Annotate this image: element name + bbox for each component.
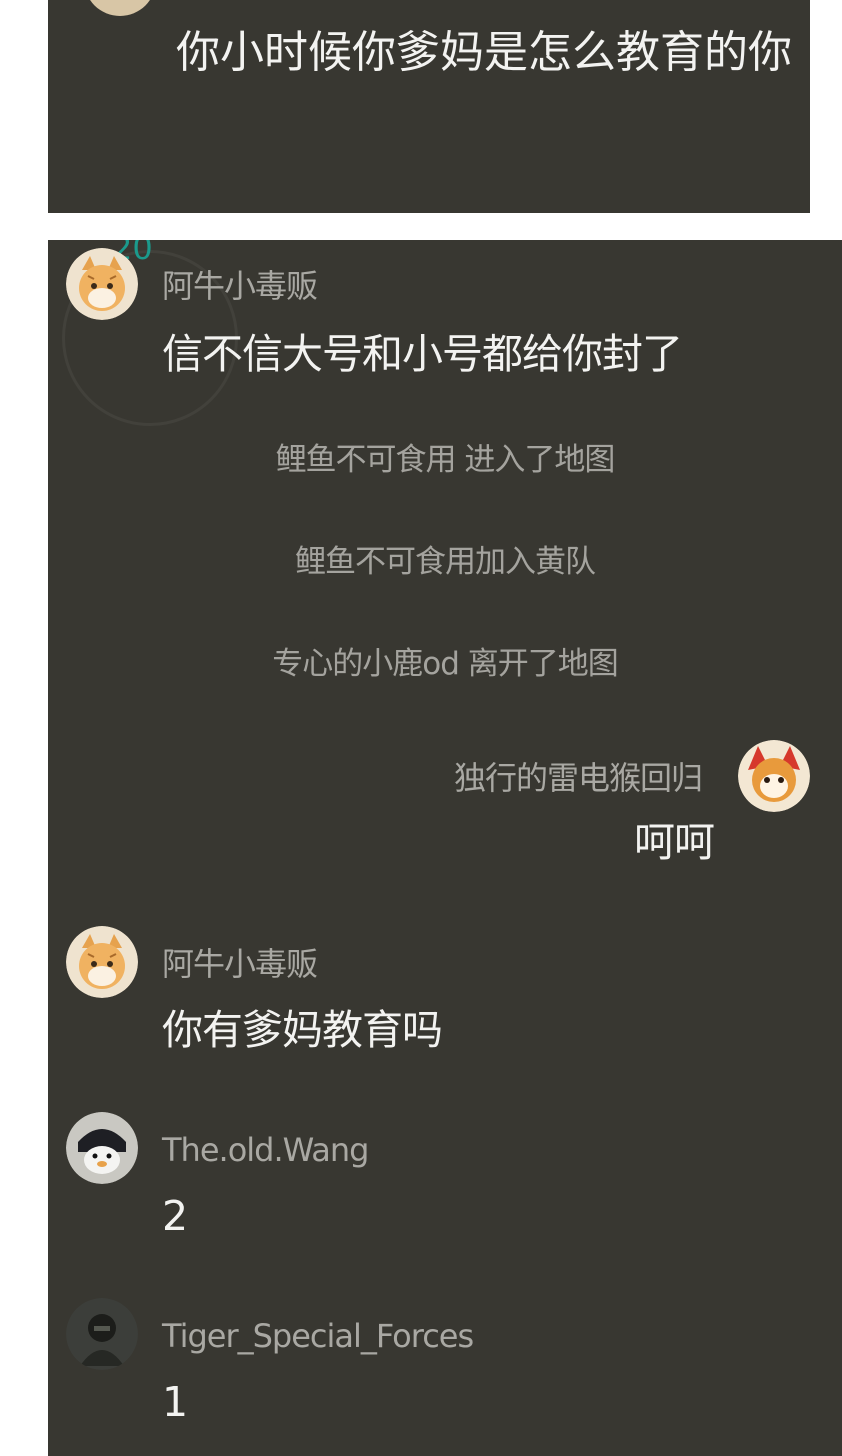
tiger-cub-avatar-icon[interactable] (66, 248, 138, 320)
monkey-avatar-icon[interactable] (738, 740, 810, 812)
chat-panel: 20 阿牛小毒贩 信不信大号和小号都给你封了 鲤鱼不可食用 进入了地图 鲤鱼不可… (48, 240, 842, 1456)
message-text: 你小时候你爹妈是怎么教育的你 (176, 27, 792, 78)
penguin-avatar-icon[interactable] (66, 1112, 138, 1184)
tiger-cub-avatar-icon[interactable] (66, 926, 138, 998)
message-text: 信不信大号和小号都给你封了 (162, 330, 683, 378)
sender-name[interactable]: 阿牛小毒贩 (162, 944, 318, 984)
system-event: 鲤鱼不可食用 进入了地图 (275, 442, 616, 478)
user-avatar[interactable] (84, 0, 156, 16)
sender-name[interactable]: 阿牛小毒贩 (162, 266, 318, 306)
soldier-avatar-icon[interactable] (66, 1298, 138, 1370)
message-text: 2 (162, 1192, 188, 1240)
sender-name[interactable]: Tiger_Special_Forces (162, 1316, 474, 1356)
system-event: 专心的小鹿od 离开了地图 (272, 646, 619, 682)
message-text: 1 (162, 1378, 188, 1426)
sender-name[interactable]: The.old.Wang (162, 1130, 369, 1170)
message-text: 呵呵 (634, 818, 715, 866)
previous-message-panel: 你小时候你爹妈是怎么教育的你 (48, 0, 810, 213)
sender-name[interactable]: 独行的雷电猴回归 (454, 758, 703, 798)
system-event: 鲤鱼不可食用加入黄队 (295, 544, 596, 580)
message-text: 你有爹妈教育吗 (162, 1006, 443, 1054)
